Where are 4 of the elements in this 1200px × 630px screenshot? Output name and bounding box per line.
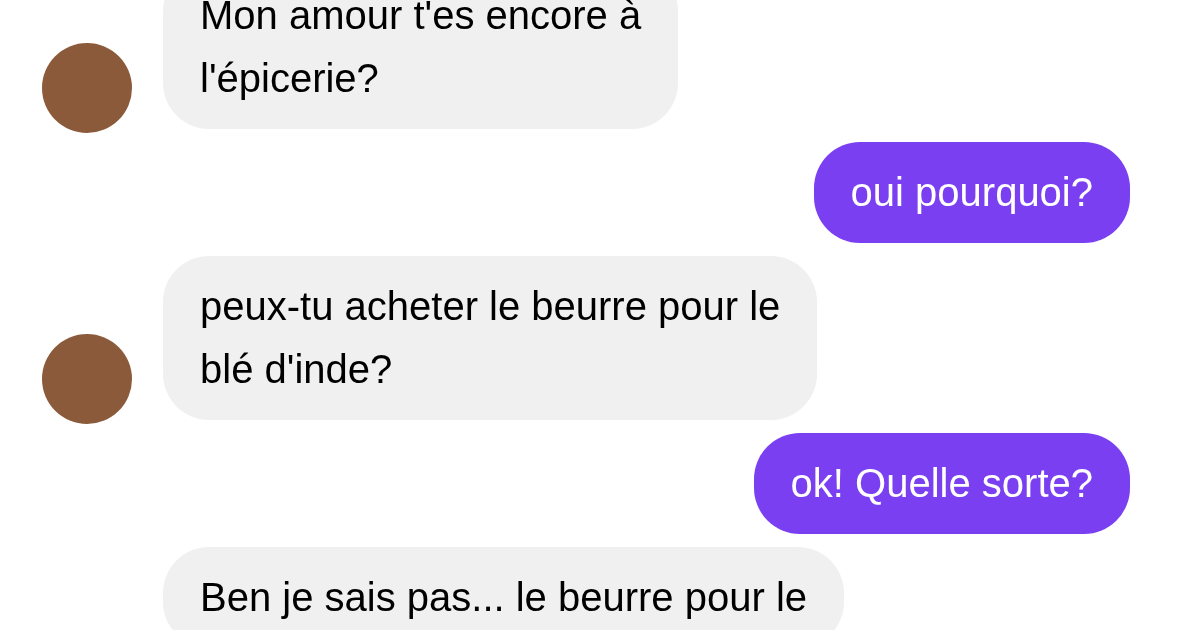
message-bubble: Ben je sais pas... le beurre pour le <box>163 547 844 630</box>
message-bubble: ok! Quelle sorte? <box>753 433 1130 534</box>
message-bubble: peux-tu acheter le beurre pour le blé d'inde? <box>163 256 818 420</box>
message-bubble: oui pourquoi? <box>813 142 1130 243</box>
